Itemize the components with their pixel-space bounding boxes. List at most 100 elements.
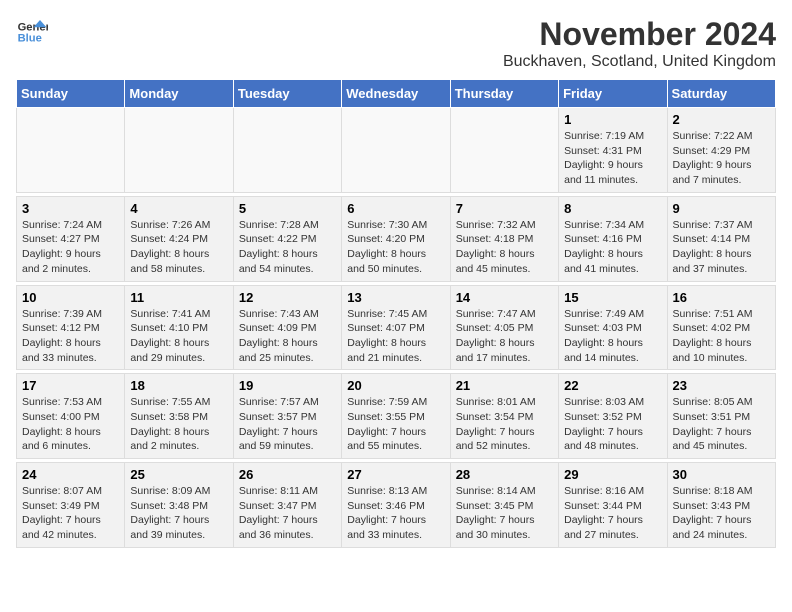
day-cell: 21 Sunrise: 8:01 AM Sunset: 3:54 PM Dayli… bbox=[450, 374, 558, 459]
svg-text:General: General bbox=[18, 21, 48, 33]
day-info: Sunrise: 8:11 AM Sunset: 3:47 PM Dayligh… bbox=[239, 484, 336, 543]
day-number: 6 bbox=[347, 201, 444, 216]
day-number: 23 bbox=[673, 378, 770, 393]
week-row-2: 3 Sunrise: 7:24 AM Sunset: 4:27 PM Daylig… bbox=[17, 196, 776, 281]
day-number: 12 bbox=[239, 290, 336, 305]
day-cell bbox=[450, 108, 558, 193]
day-cell: 5 Sunrise: 7:28 AM Sunset: 4:22 PM Daylig… bbox=[233, 196, 341, 281]
day-cell bbox=[125, 108, 233, 193]
week-row-4: 17Sunrise: 7:53 AM Sunset: 4:00 PM Dayli… bbox=[17, 374, 776, 459]
day-info: Sunrise: 8:07 AM Sunset: 3:49 PM Dayligh… bbox=[22, 484, 119, 543]
day-info: Sunrise: 7:55 AM Sunset: 3:58 PM Dayligh… bbox=[130, 395, 227, 454]
calendar-table: SundayMondayTuesdayWednesdayThursdayFrid… bbox=[16, 79, 776, 548]
day-info: Sunrise: 7:49 AM Sunset: 4:03 PM Dayligh… bbox=[564, 307, 661, 366]
day-info: Sunrise: 7:57 AM Sunset: 3:57 PM Dayligh… bbox=[239, 395, 336, 454]
day-cell: 20 Sunrise: 7:59 AM Sunset: 3:55 PM Dayli… bbox=[342, 374, 450, 459]
page-header: General Blue November 2024 Buckhaven, Sc… bbox=[16, 16, 776, 71]
day-cell: 16Sunrise: 7:51 AM Sunset: 4:02 PM Dayli… bbox=[667, 285, 775, 370]
day-cell: 7Sunrise: 7:32 AM Sunset: 4:18 PM Daylig… bbox=[450, 196, 558, 281]
day-number: 22 bbox=[564, 378, 661, 393]
calendar-title: November 2024 bbox=[503, 16, 776, 53]
week-row-1: 1Sunrise: 7:19 AM Sunset: 4:31 PM Daylig… bbox=[17, 108, 776, 193]
day-number: 19 bbox=[239, 378, 336, 393]
day-info: Sunrise: 7:59 AM Sunset: 3:55 PM Dayligh… bbox=[347, 395, 444, 454]
day-info: Sunrise: 7:37 AM Sunset: 4:14 PM Dayligh… bbox=[673, 218, 770, 277]
day-cell: 9 Sunrise: 7:37 AM Sunset: 4:14 PM Daylig… bbox=[667, 196, 775, 281]
day-cell: 4 Sunrise: 7:26 AM Sunset: 4:24 PM Daylig… bbox=[125, 196, 233, 281]
day-info: Sunrise: 7:28 AM Sunset: 4:22 PM Dayligh… bbox=[239, 218, 336, 277]
day-info: Sunrise: 8:13 AM Sunset: 3:46 PM Dayligh… bbox=[347, 484, 444, 543]
day-number: 14 bbox=[456, 290, 553, 305]
day-info: Sunrise: 8:03 AM Sunset: 3:52 PM Dayligh… bbox=[564, 395, 661, 454]
day-number: 10 bbox=[22, 290, 119, 305]
day-info: Sunrise: 7:45 AM Sunset: 4:07 PM Dayligh… bbox=[347, 307, 444, 366]
day-number: 25 bbox=[130, 467, 227, 482]
day-info: Sunrise: 7:30 AM Sunset: 4:20 PM Dayligh… bbox=[347, 218, 444, 277]
day-number: 8 bbox=[564, 201, 661, 216]
day-info: Sunrise: 7:53 AM Sunset: 4:00 PM Dayligh… bbox=[22, 395, 119, 454]
header-row: SundayMondayTuesdayWednesdayThursdayFrid… bbox=[17, 80, 776, 108]
day-number: 1 bbox=[564, 112, 661, 127]
day-info: Sunrise: 7:32 AM Sunset: 4:18 PM Dayligh… bbox=[456, 218, 553, 277]
day-info: Sunrise: 7:47 AM Sunset: 4:05 PM Dayligh… bbox=[456, 307, 553, 366]
day-cell: 24 Sunrise: 8:07 AM Sunset: 3:49 PM Dayli… bbox=[17, 463, 125, 548]
day-cell: 17Sunrise: 7:53 AM Sunset: 4:00 PM Dayli… bbox=[17, 374, 125, 459]
col-header-tuesday: Tuesday bbox=[233, 80, 341, 108]
day-cell: 8 Sunrise: 7:34 AM Sunset: 4:16 PM Daylig… bbox=[559, 196, 667, 281]
day-cell: 23 Sunrise: 8:05 AM Sunset: 3:51 PM Dayli… bbox=[667, 374, 775, 459]
day-number: 5 bbox=[239, 201, 336, 216]
day-number: 18 bbox=[130, 378, 227, 393]
col-header-sunday: Sunday bbox=[17, 80, 125, 108]
day-cell bbox=[17, 108, 125, 193]
col-header-saturday: Saturday bbox=[667, 80, 775, 108]
day-cell: 26 Sunrise: 8:11 AM Sunset: 3:47 PM Dayli… bbox=[233, 463, 341, 548]
day-number: 20 bbox=[347, 378, 444, 393]
day-cell: 22 Sunrise: 8:03 AM Sunset: 3:52 PM Dayli… bbox=[559, 374, 667, 459]
day-cell: 25 Sunrise: 8:09 AM Sunset: 3:48 PM Dayli… bbox=[125, 463, 233, 548]
logo-icon: General Blue bbox=[16, 16, 48, 48]
day-info: Sunrise: 7:26 AM Sunset: 4:24 PM Dayligh… bbox=[130, 218, 227, 277]
day-info: Sunrise: 7:22 AM Sunset: 4:29 PM Dayligh… bbox=[673, 129, 770, 188]
calendar-subtitle: Buckhaven, Scotland, United Kingdom bbox=[503, 53, 776, 71]
day-number: 3 bbox=[22, 201, 119, 216]
week-row-5: 24 Sunrise: 8:07 AM Sunset: 3:49 PM Dayli… bbox=[17, 463, 776, 548]
day-number: 11 bbox=[130, 290, 227, 305]
day-cell: 19 Sunrise: 7:57 AM Sunset: 3:57 PM Dayli… bbox=[233, 374, 341, 459]
day-number: 26 bbox=[239, 467, 336, 482]
day-number: 27 bbox=[347, 467, 444, 482]
day-cell: 1Sunrise: 7:19 AM Sunset: 4:31 PM Daylig… bbox=[559, 108, 667, 193]
day-cell: 14 Sunrise: 7:47 AM Sunset: 4:05 PM Dayli… bbox=[450, 285, 558, 370]
day-number: 28 bbox=[456, 467, 553, 482]
day-number: 24 bbox=[22, 467, 119, 482]
day-info: Sunrise: 8:18 AM Sunset: 3:43 PM Dayligh… bbox=[673, 484, 770, 543]
col-header-monday: Monday bbox=[125, 80, 233, 108]
day-cell: 18 Sunrise: 7:55 AM Sunset: 3:58 PM Dayli… bbox=[125, 374, 233, 459]
day-info: Sunrise: 7:24 AM Sunset: 4:27 PM Dayligh… bbox=[22, 218, 119, 277]
day-info: Sunrise: 7:34 AM Sunset: 4:16 PM Dayligh… bbox=[564, 218, 661, 277]
day-number: 15 bbox=[564, 290, 661, 305]
day-cell: 27 Sunrise: 8:13 AM Sunset: 3:46 PM Dayli… bbox=[342, 463, 450, 548]
day-number: 9 bbox=[673, 201, 770, 216]
day-cell: 10 Sunrise: 7:39 AM Sunset: 4:12 PM Dayli… bbox=[17, 285, 125, 370]
day-info: Sunrise: 8:09 AM Sunset: 3:48 PM Dayligh… bbox=[130, 484, 227, 543]
day-cell: 15 Sunrise: 7:49 AM Sunset: 4:03 PM Dayli… bbox=[559, 285, 667, 370]
col-header-friday: Friday bbox=[559, 80, 667, 108]
day-info: Sunrise: 7:39 AM Sunset: 4:12 PM Dayligh… bbox=[22, 307, 119, 366]
svg-text:Blue: Blue bbox=[18, 33, 42, 45]
day-cell: 29Sunrise: 8:16 AM Sunset: 3:44 PM Dayli… bbox=[559, 463, 667, 548]
day-cell: 13Sunrise: 7:45 AM Sunset: 4:07 PM Dayli… bbox=[342, 285, 450, 370]
day-number: 4 bbox=[130, 201, 227, 216]
day-number: 2 bbox=[673, 112, 770, 127]
col-header-thursday: Thursday bbox=[450, 80, 558, 108]
day-info: Sunrise: 7:43 AM Sunset: 4:09 PM Dayligh… bbox=[239, 307, 336, 366]
logo: General Blue bbox=[16, 16, 48, 48]
day-cell: 3 Sunrise: 7:24 AM Sunset: 4:27 PM Daylig… bbox=[17, 196, 125, 281]
day-number: 16 bbox=[673, 290, 770, 305]
day-info: Sunrise: 8:01 AM Sunset: 3:54 PM Dayligh… bbox=[456, 395, 553, 454]
day-info: Sunrise: 7:41 AM Sunset: 4:10 PM Dayligh… bbox=[130, 307, 227, 366]
day-cell: 12 Sunrise: 7:43 AM Sunset: 4:09 PM Dayli… bbox=[233, 285, 341, 370]
day-cell: 6 Sunrise: 7:30 AM Sunset: 4:20 PM Daylig… bbox=[342, 196, 450, 281]
day-number: 21 bbox=[456, 378, 553, 393]
day-info: Sunrise: 8:05 AM Sunset: 3:51 PM Dayligh… bbox=[673, 395, 770, 454]
day-cell bbox=[342, 108, 450, 193]
